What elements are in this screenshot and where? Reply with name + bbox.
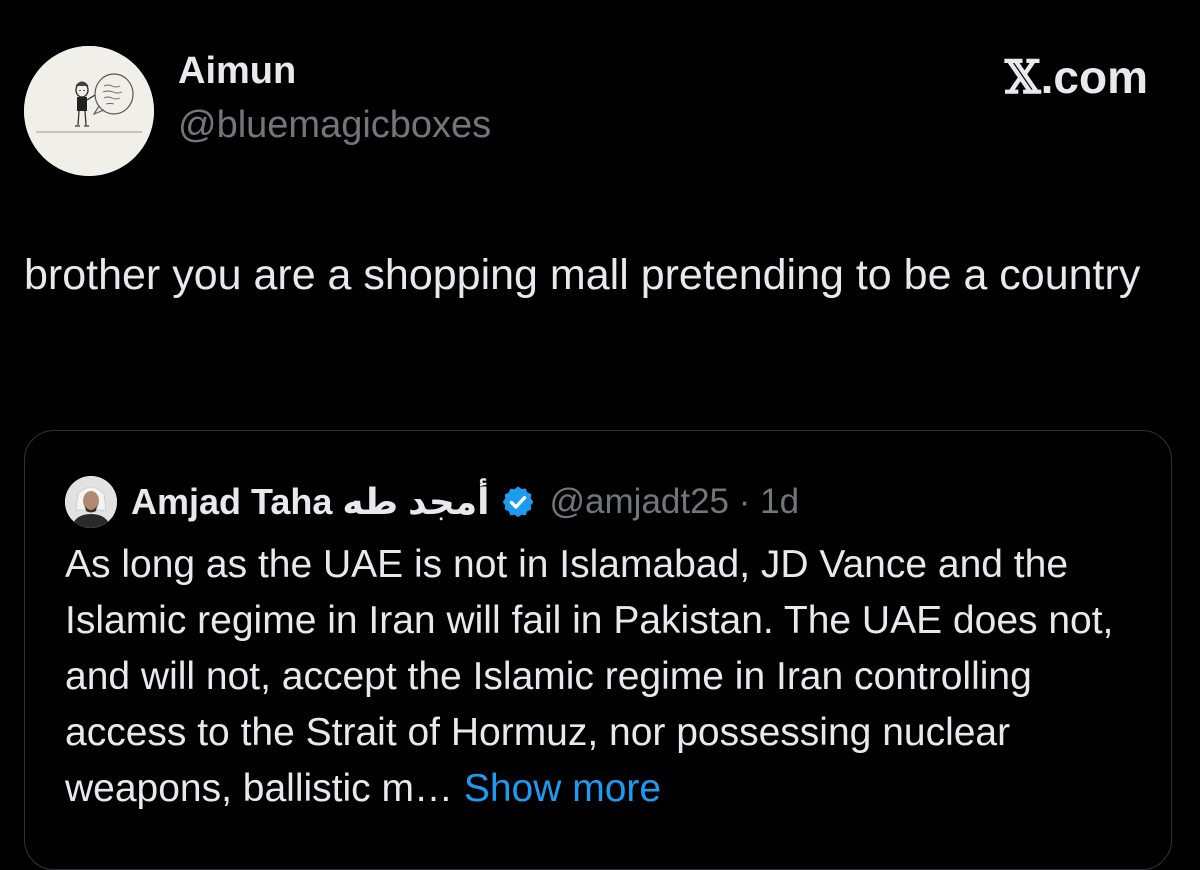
- show-more-link[interactable]: Show more: [464, 767, 661, 810]
- quoted-tweet-card[interactable]: Amjad Taha أمجد طه @amjadt25 · 1d As lon…: [24, 430, 1172, 870]
- verified-badge-icon: [502, 486, 533, 518]
- author-handle[interactable]: @bluemagicboxes: [178, 104, 491, 147]
- quoted-author-name[interactable]: Amjad Taha أمجد طه: [131, 481, 490, 523]
- quoted-tweet-text: As long as the UAE is not in Islamabad, …: [65, 537, 1155, 817]
- tweet-text: brother you are a shopping mall pretendi…: [24, 251, 1141, 299]
- x-logo: 𝕏.com: [1005, 50, 1148, 104]
- x-domain-label: .com: [1040, 51, 1148, 103]
- quoted-tweet-header: Amjad Taha أمجد طه @amjadt25 · 1d: [65, 476, 799, 528]
- quoted-author-avatar[interactable]: [65, 476, 117, 528]
- author-name[interactable]: Aimun: [178, 50, 296, 93]
- quoted-handle-and-time[interactable]: @amjadt25 · 1d: [550, 482, 800, 522]
- x-icon: 𝕏: [1004, 50, 1041, 104]
- doodle-avatar-icon: [24, 46, 154, 176]
- author-avatar[interactable]: [24, 46, 154, 176]
- person-photo-icon: [65, 476, 117, 528]
